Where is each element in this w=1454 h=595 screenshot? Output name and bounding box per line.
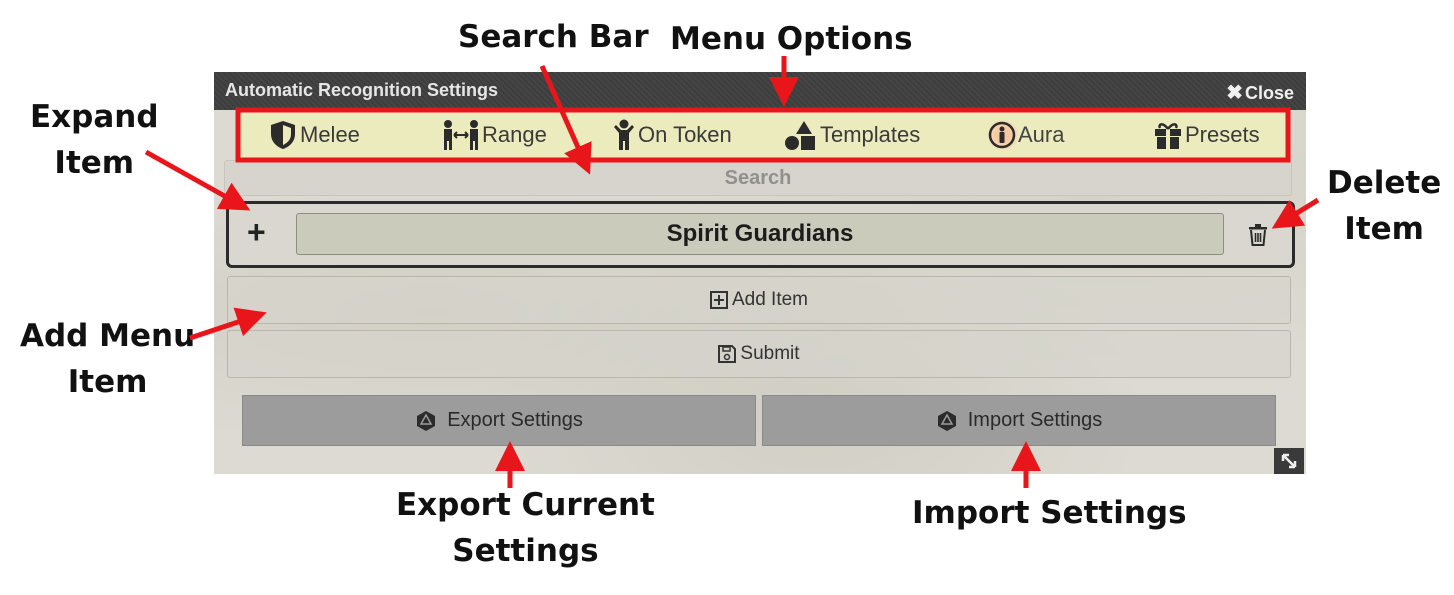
menu-item-row: + Spirit Guardians bbox=[226, 201, 1295, 268]
annotation-delete-item: Delete Item bbox=[1327, 160, 1441, 252]
annotation-export-text: Export Current Settings bbox=[396, 487, 655, 569]
resize-icon bbox=[1281, 453, 1297, 469]
annotation-import-settings: Import Settings bbox=[912, 495, 1187, 531]
floppy-disk-icon bbox=[718, 345, 737, 363]
shield-icon bbox=[271, 121, 295, 149]
range-icon bbox=[444, 120, 478, 150]
annotation-expand-item: Expand Item bbox=[30, 94, 159, 186]
close-label: Close bbox=[1244, 83, 1294, 103]
d20-icon bbox=[937, 410, 956, 431]
menu-item-on-token[interactable]: On Token bbox=[612, 118, 732, 152]
submit-button[interactable]: Submit bbox=[227, 330, 1291, 378]
search-input[interactable]: Search bbox=[224, 160, 1292, 196]
close-button[interactable]: ✖ Close bbox=[1226, 80, 1294, 105]
expand-button[interactable]: + bbox=[247, 214, 266, 251]
menu-item-melee[interactable]: Melee bbox=[268, 118, 360, 152]
gift-icon bbox=[1155, 123, 1181, 149]
resize-handle[interactable] bbox=[1274, 448, 1304, 474]
export-label: Export Settings bbox=[447, 409, 583, 431]
annotation-export-current-settings: Export Current Settings bbox=[396, 482, 655, 574]
annotation-delete-item-text: Delete Item bbox=[1327, 165, 1442, 247]
add-item-label: Add Item bbox=[731, 289, 809, 310]
menu-item-label: Range bbox=[482, 122, 547, 147]
export-settings-button[interactable]: Export Settings bbox=[242, 395, 756, 446]
dialog-titlebar[interactable]: Automatic Recognition Settings ✖ Close bbox=[214, 72, 1306, 110]
annotation-expand-item-text: Expand Item bbox=[30, 99, 159, 181]
menu-item-label: Melee bbox=[300, 122, 360, 147]
menu-item-label: Templates bbox=[820, 122, 921, 147]
menu-item-range[interactable]: Range bbox=[442, 118, 547, 152]
submit-label: Submit bbox=[740, 343, 800, 364]
menu-options-bar: Melee Range On Token Templates Aura Pres… bbox=[238, 112, 1286, 158]
annotation-search-bar: Search Bar bbox=[458, 19, 649, 55]
menu-item-aura[interactable]: Aura bbox=[988, 118, 1064, 152]
close-icon: ✖ bbox=[1226, 82, 1243, 104]
plus-square-icon bbox=[709, 291, 728, 309]
menu-item-templates[interactable]: Templates bbox=[784, 118, 920, 152]
person-icon bbox=[614, 119, 634, 150]
import-label: Import Settings bbox=[967, 409, 1103, 431]
menu-item-label: Presets bbox=[1185, 122, 1260, 147]
trash-icon[interactable] bbox=[1248, 224, 1268, 246]
d20-icon bbox=[417, 410, 436, 431]
dialog-title: Automatic Recognition Settings bbox=[225, 80, 499, 100]
import-settings-button[interactable]: Import Settings bbox=[762, 395, 1276, 446]
annotation-menu-options: Menu Options bbox=[670, 21, 913, 57]
menu-item-label: Aura bbox=[1018, 122, 1065, 147]
item-name-field[interactable]: Spirit Guardians bbox=[296, 213, 1224, 255]
aura-person-icon bbox=[988, 120, 1018, 150]
menu-item-label: On Token bbox=[638, 122, 732, 147]
menu-item-presets[interactable]: Presets bbox=[1153, 118, 1260, 152]
annotation-add-menu-item: Add Menu Item bbox=[20, 313, 195, 405]
shapes-icon bbox=[785, 121, 815, 150]
recognition-settings-dialog: Automatic Recognition Settings ✖ Close Me… bbox=[214, 72, 1306, 474]
add-item-button[interactable]: Add Item bbox=[227, 276, 1291, 324]
annotation-add-menu-item-text: Add Menu Item bbox=[20, 318, 196, 400]
